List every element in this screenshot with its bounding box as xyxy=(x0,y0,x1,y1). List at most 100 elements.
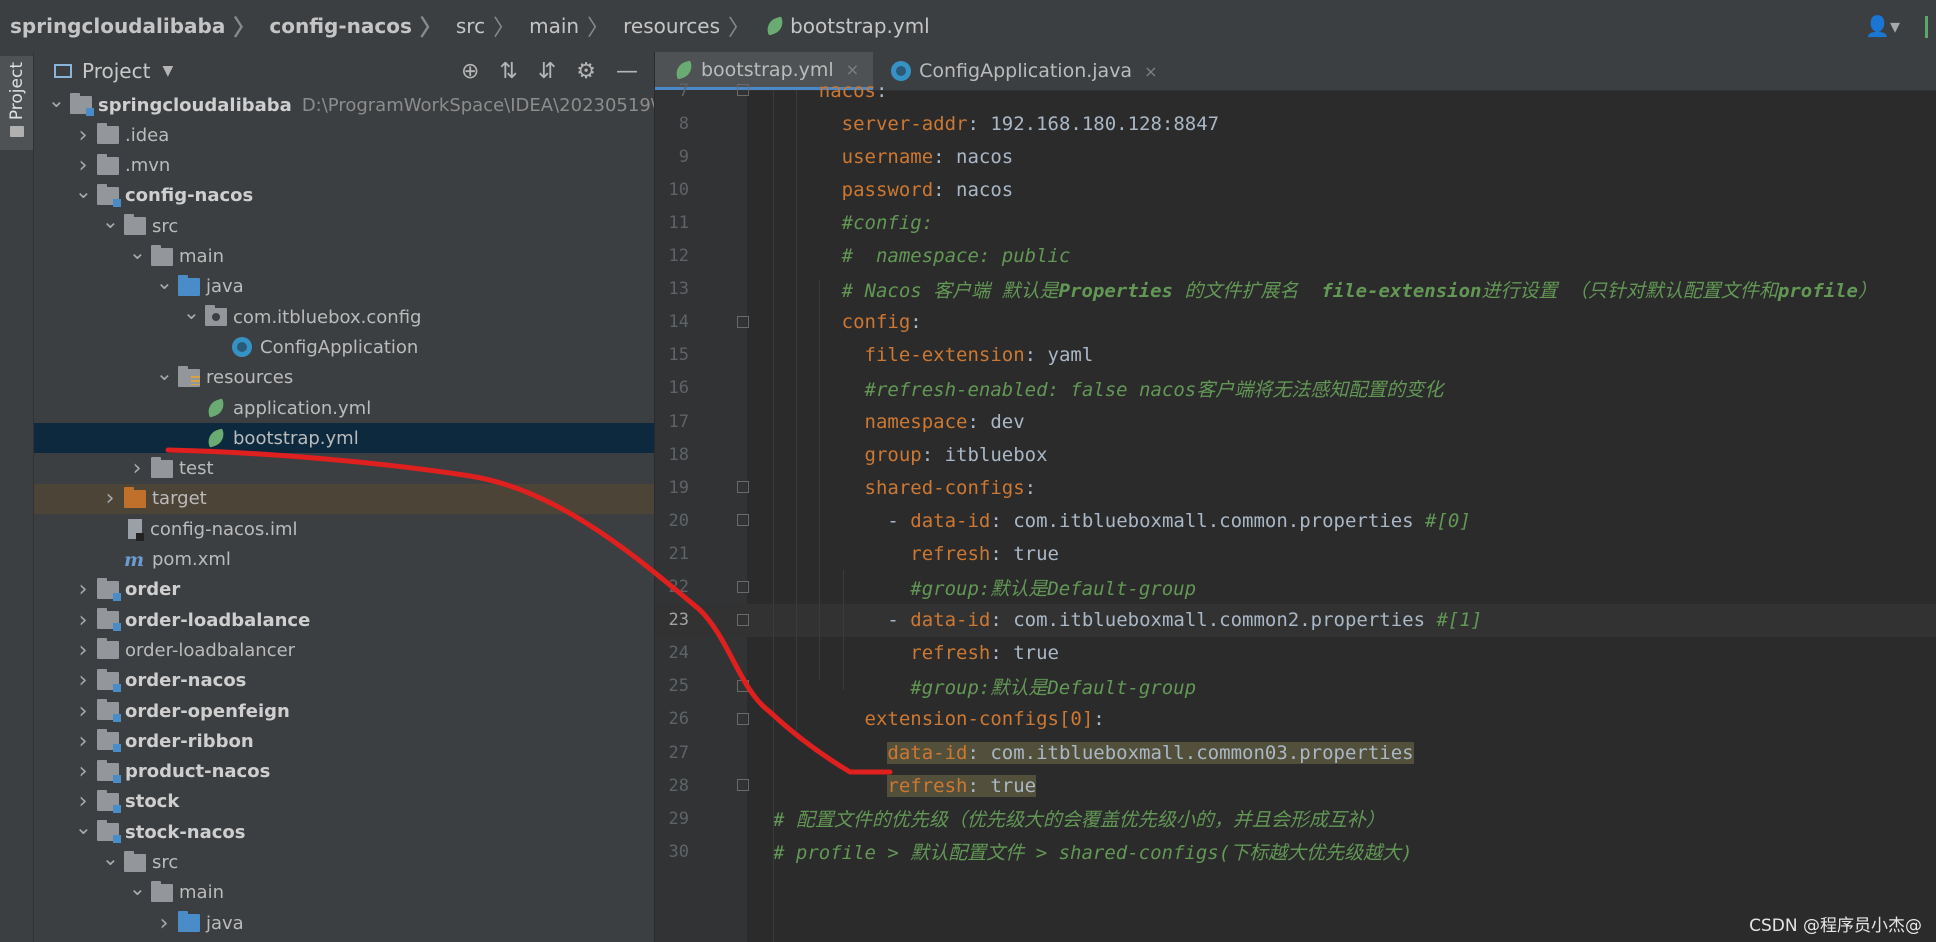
fold-icon[interactable] xyxy=(737,514,749,527)
code-line[interactable]: 8 server-addr: 192.168.180.128:8847 xyxy=(655,107,1936,140)
chevron-right-icon[interactable]: › xyxy=(75,608,91,633)
tree-item[interactable]: › order-nacos xyxy=(34,666,654,696)
fold-icon[interactable] xyxy=(737,712,749,725)
tree-item[interactable]: ⌄ src xyxy=(34,848,654,878)
chevron-right-icon[interactable]: › xyxy=(75,699,91,724)
breadcrumb-item[interactable]: src 〉 xyxy=(446,10,519,42)
chevron-down-icon[interactable]: ⌄ xyxy=(156,363,173,385)
chevron-right-icon[interactable]: › xyxy=(102,486,118,511)
chevron-down-icon[interactable]: ⌄ xyxy=(48,90,65,112)
code-line[interactable]: 25 #group:默认是Default-group xyxy=(655,670,1936,703)
code-line[interactable]: 9 username: nacos xyxy=(655,140,1936,173)
code-line[interactable]: 24 refresh: true xyxy=(655,637,1936,670)
code-line[interactable]: 17 namespace: dev xyxy=(655,405,1936,438)
fold-icon[interactable] xyxy=(737,779,749,792)
tree-item[interactable]: › order xyxy=(34,575,654,605)
tree-item[interactable]: ⌄ com.itbluebox.config xyxy=(34,302,654,332)
tree-item[interactable]: › order-openfeign xyxy=(34,696,654,726)
chevron-down-icon[interactable]: ⌄ xyxy=(102,848,119,870)
tree-item[interactable]: › java xyxy=(34,908,654,938)
tree-item[interactable]: ⌄ resources xyxy=(34,363,654,393)
code-area[interactable]: 7 nacos: 8 server-addr: 192.168.180.128:8… xyxy=(655,80,1936,942)
chevron-down-icon[interactable]: ⌄ xyxy=(102,211,119,233)
chevron-down-icon[interactable]: ⌄ xyxy=(129,878,146,900)
code-line[interactable]: 15 file-extension: yaml xyxy=(655,339,1936,372)
code-line[interactable]: 22 #group:默认是Default-group xyxy=(655,571,1936,604)
tree-item[interactable]: application.yml xyxy=(34,393,654,423)
code-line[interactable]: 11 #config: xyxy=(655,206,1936,239)
tree-item[interactable]: ⌄ stock-nacos xyxy=(34,817,654,847)
breadcrumb-item[interactable]: resources 〉 xyxy=(613,10,754,42)
tree-item[interactable]: › .idea xyxy=(34,120,654,150)
user-icon[interactable]: 👤▾ xyxy=(1865,14,1900,38)
breadcrumb-item[interactable]: main 〉 xyxy=(519,10,613,42)
tree-item[interactable]: ⌄ springcloudalibaba D:\ProgramWorkSpace\I… xyxy=(34,90,654,120)
code-line[interactable]: 12 # namespace: public xyxy=(655,240,1936,273)
tree-item[interactable]: › stock xyxy=(34,787,654,817)
tree-item[interactable]: › order-loadbalancer xyxy=(34,635,654,665)
code-line[interactable]: 14 config: xyxy=(655,306,1936,339)
code-line[interactable]: 21 refresh: true xyxy=(655,537,1936,570)
code-line[interactable]: 10 password: nacos xyxy=(655,173,1936,206)
panel-title[interactable]: Project xyxy=(82,59,150,83)
expand-all-icon[interactable]: ⇅ xyxy=(499,59,517,84)
tree-item[interactable]: ⌄ config-nacos xyxy=(34,181,654,211)
chevron-down-icon[interactable]: ⌄ xyxy=(183,302,200,324)
chevron-right-icon[interactable]: › xyxy=(75,759,91,784)
gear-icon[interactable]: ⚙ xyxy=(576,59,596,84)
code-line[interactable]: 28 refresh: true xyxy=(655,769,1936,802)
chevron-right-icon[interactable]: › xyxy=(129,456,145,481)
fold-icon[interactable] xyxy=(737,613,749,626)
chevron-down-icon[interactable]: ⌄ xyxy=(156,272,173,294)
breadcrumb-item[interactable]: bootstrap.yml xyxy=(754,14,934,38)
hide-icon[interactable]: — xyxy=(616,59,638,84)
collapse-all-icon[interactable]: ⇵ xyxy=(538,59,556,84)
code-line[interactable]: 20 - data-id: com.itblueboxmall.common.p… xyxy=(655,504,1936,537)
code-line[interactable]: 13 # Nacos 客户端 默认是Properties 的文件扩展名 file… xyxy=(655,273,1936,306)
chevron-right-icon[interactable]: › xyxy=(75,153,91,178)
tree-item[interactable]: ⌄ src xyxy=(34,211,654,241)
tree-item[interactable]: bootstrap.yml xyxy=(34,423,654,454)
locate-icon[interactable]: ⊕ xyxy=(461,59,479,84)
chevron-right-icon[interactable]: › xyxy=(75,789,91,814)
tree-item[interactable]: ⌄ java xyxy=(34,272,654,302)
breadcrumb-item[interactable]: springcloudalibaba 〉 xyxy=(0,10,259,42)
chevron-down-icon[interactable]: ⌄ xyxy=(129,242,146,264)
tree-item[interactable]: › target xyxy=(34,483,654,514)
chevron-right-icon[interactable]: › xyxy=(75,638,91,663)
fold-icon[interactable] xyxy=(737,679,749,692)
code-line[interactable]: 26 extension-configs[0]: xyxy=(655,703,1936,736)
chevron-down-icon[interactable]: ▼ xyxy=(162,63,173,79)
code-line[interactable]: 7 nacos: xyxy=(655,74,1936,107)
tree-item[interactable]: › order-loadbalance xyxy=(34,605,654,635)
tree-item[interactable]: ConfigApplication xyxy=(34,332,654,362)
breadcrumb-item[interactable]: config-nacos 〉 xyxy=(259,10,446,42)
fold-icon[interactable] xyxy=(737,580,749,593)
tree-item[interactable]: › product-nacos xyxy=(34,757,654,787)
fold-icon[interactable] xyxy=(737,84,749,96)
code-line[interactable]: 18 group: itbluebox xyxy=(655,438,1936,471)
code-line[interactable]: 16 #refresh-enabled: false nacos客户端将无法感知… xyxy=(655,372,1936,405)
code-line[interactable]: 27 data-id: com.itblueboxmall.common03.p… xyxy=(655,736,1936,769)
tree-item[interactable]: › .mvn xyxy=(34,151,654,181)
tree-item[interactable]: ⌄ main xyxy=(34,242,654,272)
code-line[interactable]: 30 # profile > 默认配置文件 > shared-configs(下标… xyxy=(655,835,1936,868)
tree-item[interactable]: config-nacos.iml xyxy=(34,514,654,544)
chevron-down-icon[interactable]: ⌄ xyxy=(75,817,92,839)
code-line[interactable]: 19 shared-configs: xyxy=(655,471,1936,504)
code-line[interactable]: 29 # 配置文件的优先级（优先级大的会覆盖优先级小的，并且会形成互补） xyxy=(655,802,1936,835)
chevron-right-icon[interactable]: › xyxy=(75,123,91,148)
chevron-right-icon[interactable]: › xyxy=(75,577,91,602)
chevron-right-icon[interactable]: › xyxy=(75,668,91,693)
tree-item[interactable]: › order-ribbon xyxy=(34,726,654,756)
chevron-right-icon[interactable]: › xyxy=(156,911,172,936)
tree-item[interactable]: ⌄ main xyxy=(34,878,654,908)
chevron-right-icon[interactable]: › xyxy=(75,729,91,754)
fold-icon[interactable] xyxy=(737,315,749,328)
tool-tab-project[interactable]: Project xyxy=(0,56,33,150)
code-line[interactable]: 23 - data-id: com.itblueboxmall.common2.… xyxy=(655,603,1936,637)
fold-icon[interactable] xyxy=(737,481,749,494)
tree-item[interactable]: m pom.xml xyxy=(34,545,654,575)
tree-item[interactable]: › test xyxy=(34,454,654,484)
chevron-down-icon[interactable]: ⌄ xyxy=(75,181,92,203)
